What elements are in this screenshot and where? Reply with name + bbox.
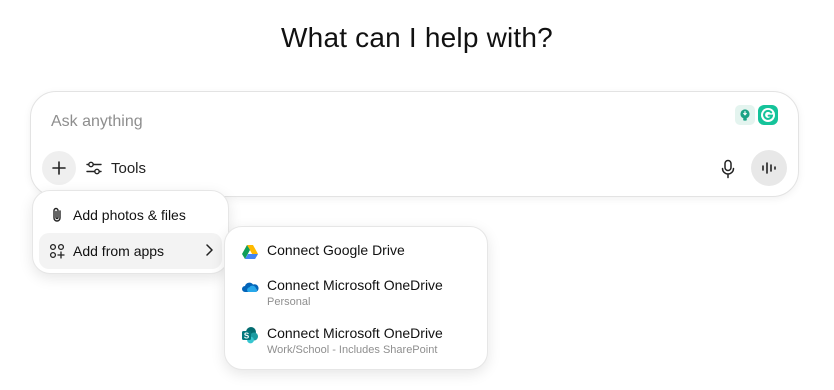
item-label: Connect Microsoft OneDrive <box>267 277 443 293</box>
paperclip-icon <box>53 207 61 222</box>
sliders-icon <box>86 161 102 175</box>
lightbulb-icon[interactable] <box>735 105 755 125</box>
plus-icon <box>52 161 66 175</box>
microphone-icon <box>721 159 735 179</box>
chat-home: What can I help with? Ask anything Tools… <box>0 0 834 390</box>
grammarly-icon[interactable] <box>758 105 778 125</box>
item-sublabel: Personal <box>267 296 311 308</box>
browser-extension-icons <box>735 105 778 125</box>
svg-text:S: S <box>244 331 250 340</box>
item-label: Connect Google Drive <box>267 242 405 258</box>
dictate-button[interactable] <box>718 158 738 180</box>
google-drive-icon <box>242 245 258 259</box>
apps-submenu: Connect Google Drive Connect Microsoft O… <box>224 226 488 370</box>
attach-menu: Add photos & files Add from apps <box>32 190 229 274</box>
composer: Tools <box>30 91 799 197</box>
waveform-icon <box>762 162 776 174</box>
item-label: Connect Microsoft OneDrive <box>267 325 443 341</box>
onedrive-icon <box>242 282 259 292</box>
voice-mode-button[interactable] <box>751 150 787 186</box>
prompt-input[interactable] <box>51 110 701 134</box>
connect-onedrive-personal-item[interactable]: Connect Microsoft OneDrive Personal <box>225 277 459 308</box>
menu-item-add-from-apps[interactable]: Add from apps <box>39 233 222 269</box>
page-title: What can I help with? <box>281 22 553 53</box>
sharepoint-icon: S <box>242 327 258 344</box>
tools-label: Tools <box>111 159 147 177</box>
apps-grid-icon <box>49 243 65 259</box>
menu-item-label: Add photos & files <box>73 207 186 223</box>
item-sublabel: Work/School - Includes SharePoint <box>267 344 438 356</box>
connect-google-drive-item[interactable]: Connect Google Drive <box>225 242 421 261</box>
menu-item-add-photos-files[interactable]: Add photos & files <box>39 197 222 233</box>
chevron-right-icon <box>206 244 213 256</box>
connect-onedrive-work-item[interactable]: S Connect Microsoft OneDrive Work/School… <box>225 325 459 356</box>
menu-item-label: Add from apps <box>73 243 165 259</box>
add-attachment-button[interactable] <box>42 151 76 185</box>
tools-button[interactable]: Tools <box>85 155 146 181</box>
